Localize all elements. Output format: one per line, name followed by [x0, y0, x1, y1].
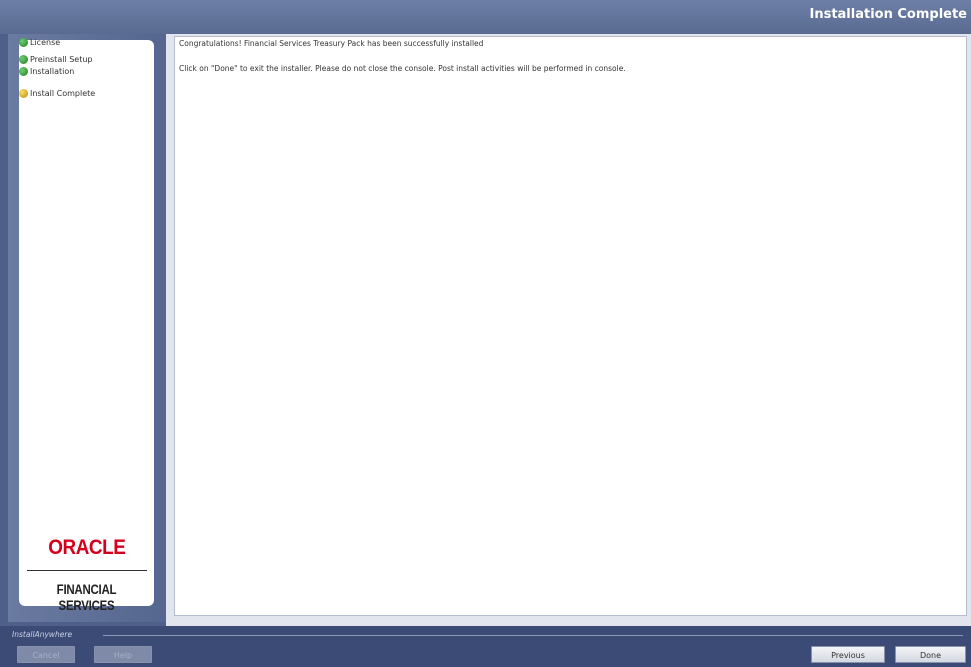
help-button[interactable]: Help — [94, 646, 152, 663]
financial-services-wordmark: FINANCIAL SERVICES — [56, 581, 117, 613]
instruction-message: Click on "Done" to exit the installer. P… — [179, 64, 626, 73]
steps-sidebar: License Preinstall Setup Installation In… — [19, 37, 154, 613]
oracle-logo: ORACLE FINANCIAL SERVICES — [19, 536, 154, 614]
step-label: Installation — [30, 66, 75, 76]
done-button[interactable]: Done — [895, 646, 966, 663]
content-area: Congratulations! Financial Services Trea… — [174, 36, 967, 616]
previous-button[interactable]: Previous — [811, 646, 885, 663]
title-bar: Installation Complete — [0, 0, 971, 34]
step-install-complete: Install Complete — [19, 87, 95, 99]
step-installation: Installation — [19, 65, 74, 77]
installanywhere-label: InstallAnywhere — [12, 630, 73, 639]
check-icon — [19, 37, 28, 47]
oracle-wordmark: ORACLE — [47, 536, 126, 559]
logo-divider — [26, 570, 147, 571]
page-title: Installation Complete — [809, 7, 967, 22]
check-icon — [19, 54, 28, 64]
check-icon — [19, 66, 28, 76]
step-label: Preinstall Setup — [30, 54, 93, 64]
arrow-right-icon — [19, 88, 28, 98]
footer-divider — [103, 635, 963, 636]
step-license: License — [19, 36, 60, 48]
step-label: Install Complete — [30, 88, 96, 98]
footer-bar: InstallAnywhere Cancel Help Previous Don… — [0, 626, 971, 667]
cancel-button[interactable]: Cancel — [17, 646, 75, 663]
step-label: License — [30, 37, 61, 47]
congrats-message: Congratulations! Financial Services Trea… — [179, 39, 484, 48]
step-preinstall-setup: Preinstall Setup — [19, 53, 93, 65]
